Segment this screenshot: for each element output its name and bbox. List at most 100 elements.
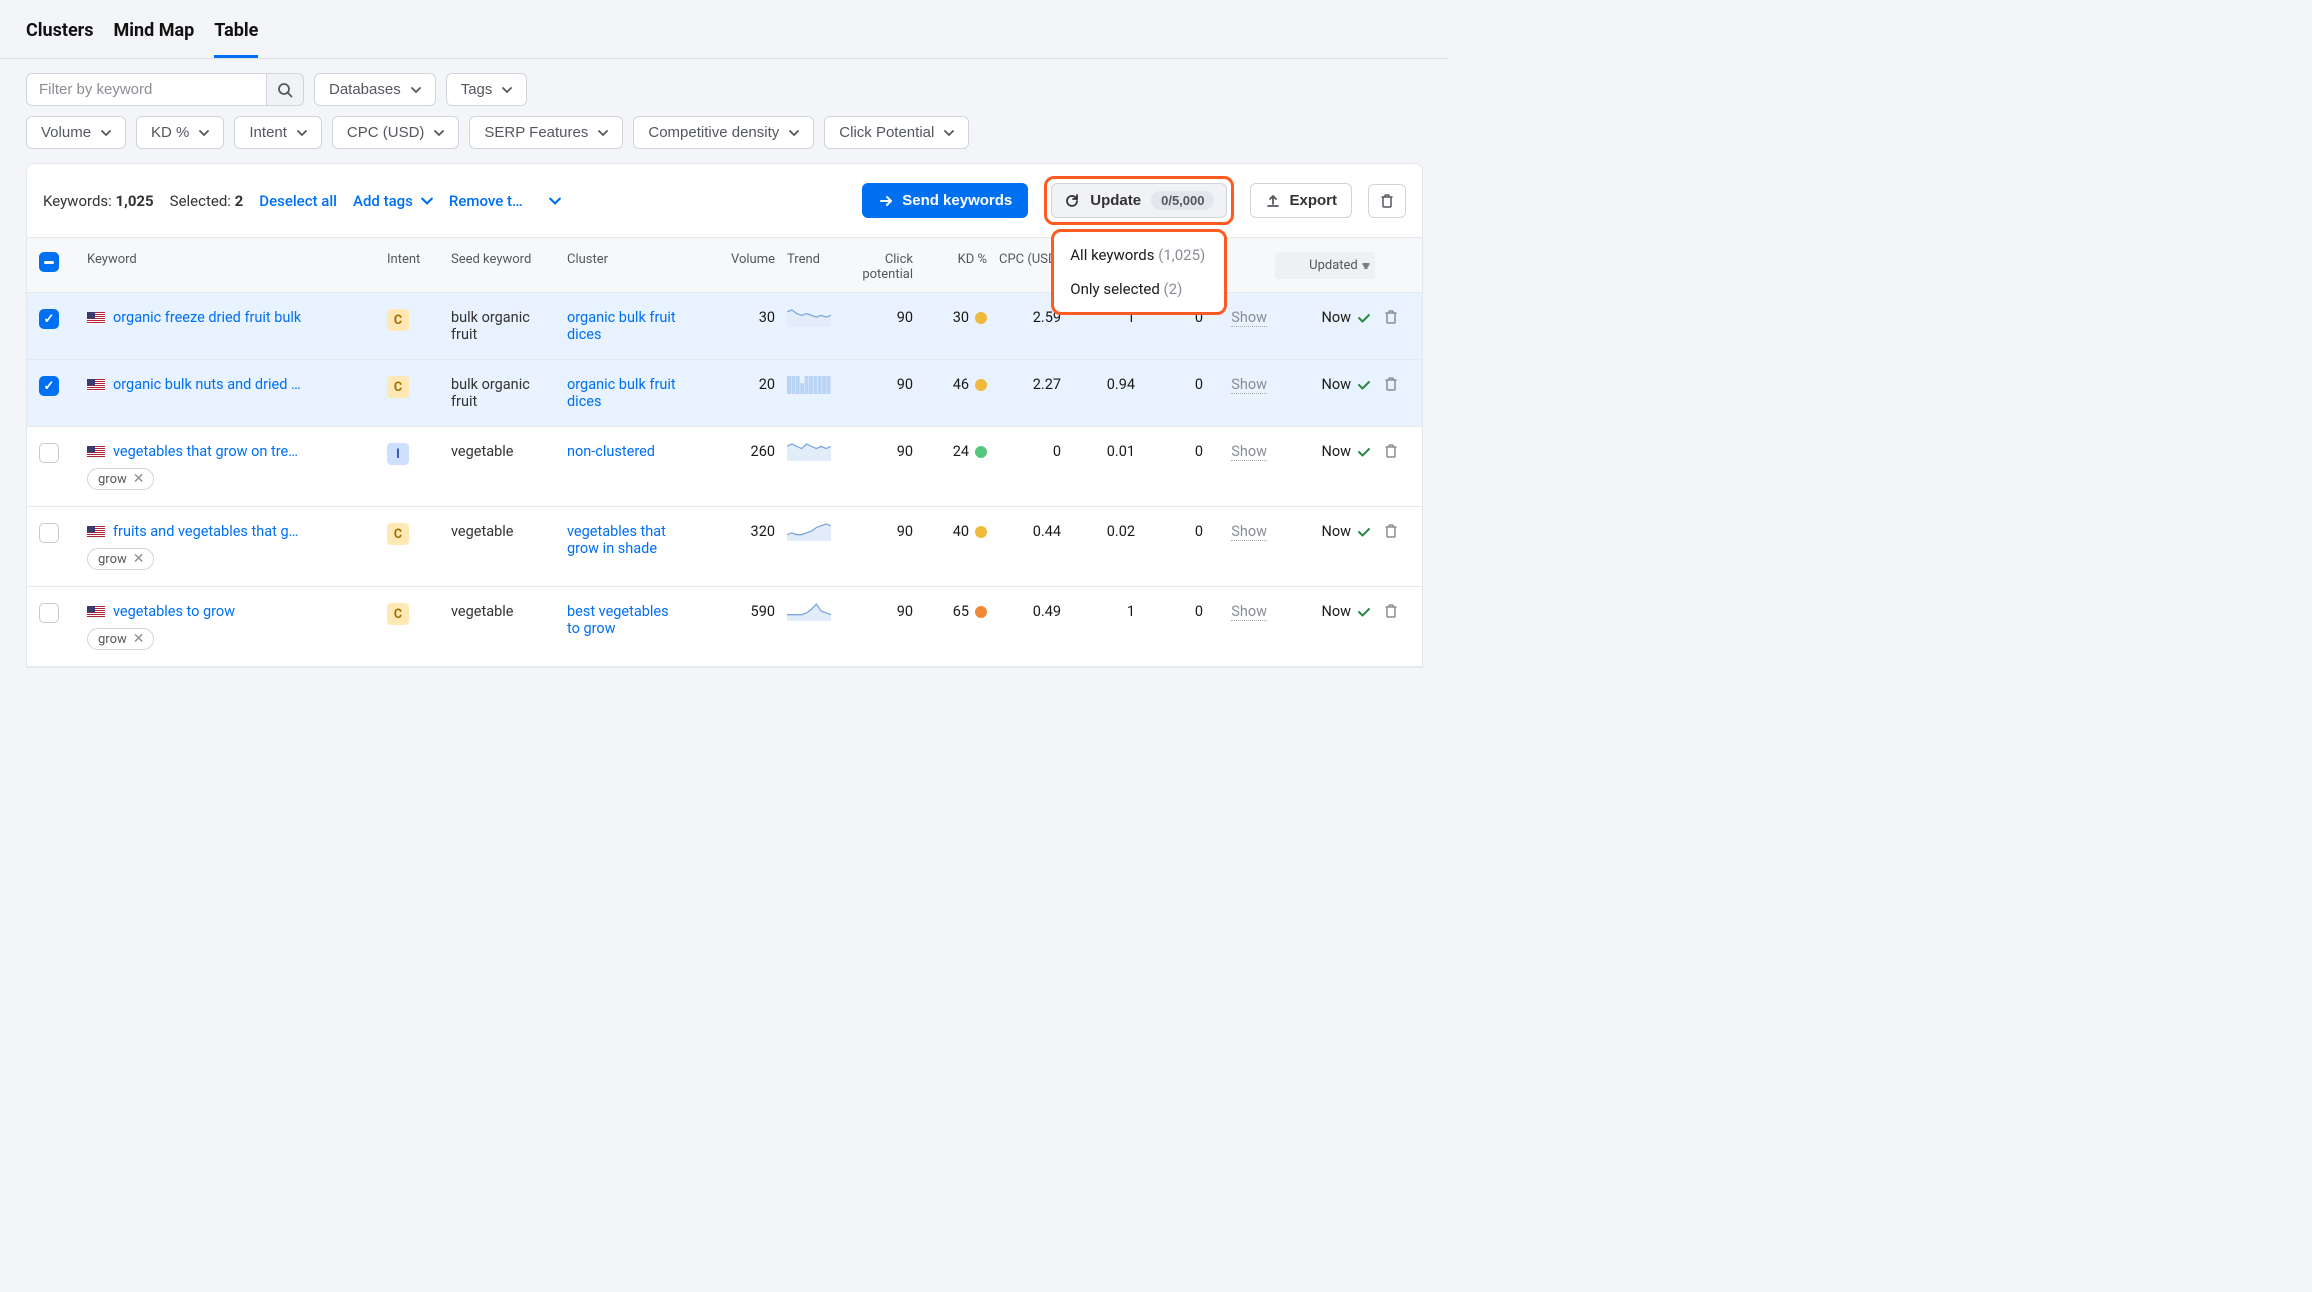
col-click[interactable]: Click potential [837,252,917,282]
updated-value: Now [1279,309,1371,326]
add-tags-link[interactable]: Add tags [353,192,433,210]
filter-row-1: Databases Tags [0,59,1449,106]
row-checkbox[interactable] [39,443,59,463]
col-trend[interactable]: Trend [783,252,833,267]
intent-badge: C [387,523,409,545]
updated-value: Now [1279,603,1371,620]
row-delete-button[interactable] [1383,309,1421,325]
chevron-down-icon [789,128,799,138]
click-potential-value: 90 [837,523,917,540]
row-delete-button[interactable] [1383,523,1421,539]
row-delete-button[interactable] [1383,443,1421,459]
kd-value: 40 [925,523,987,540]
row-checkbox[interactable] [39,309,59,329]
delete-button[interactable] [1368,184,1406,218]
check-icon [1357,525,1371,539]
update-all-option[interactable]: All keywords (1,025) [1054,238,1224,272]
cpc-value: 0.44 [995,523,1065,540]
keyword-link[interactable]: vegetables that grow on tre… [113,443,298,460]
filter-competitive-density[interactable]: Competitive density [633,116,814,149]
serp-show-link[interactable]: Show [1231,443,1267,461]
intent-badge: C [387,309,409,331]
row-delete-button[interactable] [1383,603,1421,619]
cpc-value: 0.49 [995,603,1065,620]
filter-tags[interactable]: Tags [446,73,528,106]
filter-volume[interactable]: Volume [26,116,126,149]
search-wrap [26,73,304,106]
search-button[interactable] [266,73,304,106]
col-volume[interactable]: Volume [693,252,779,267]
filter-cpc[interactable]: CPC (USD) [332,116,460,149]
col-cluster[interactable]: Cluster [563,252,689,267]
col-seed[interactable]: Seed keyword [447,252,559,267]
chevron-down-icon [101,128,111,138]
trend-sparkline [787,376,831,394]
intent-badge: C [387,376,409,398]
select-all-checkbox[interactable] [39,252,59,272]
deselect-all-link[interactable]: Deselect all [259,192,337,210]
filter-databases[interactable]: Databases [314,73,436,106]
refresh-icon [1064,193,1080,209]
row-checkbox[interactable] [39,603,59,623]
col-keyword[interactable]: Keyword [83,252,379,267]
cluster-link[interactable]: non-clustered [567,443,655,460]
filter-serp-features[interactable]: SERP Features [469,116,623,149]
tag-remove-icon[interactable]: ✕ [133,631,145,647]
remove-tags-link[interactable]: Remove t… [449,192,561,210]
row-checkbox[interactable] [39,523,59,543]
tab-mind-map[interactable]: Mind Map [114,12,195,58]
kd-dot-icon [975,526,987,538]
seed-keyword: bulk organic fruit [447,376,559,410]
tab-table[interactable]: Table [214,12,258,58]
cluster-link[interactable]: organic bulk fruit dices [567,309,676,343]
keyword-link[interactable]: organic freeze dried fruit bulk [113,309,301,326]
cluster-link[interactable]: best vegetables to grow [567,603,669,637]
cluster-link[interactable]: vegetables that grow in shade [567,523,666,557]
col-kd[interactable]: KD % [921,252,991,267]
trend-sparkline [787,443,831,461]
update-button[interactable]: Update 0/5,000 [1051,183,1227,218]
tag-chip[interactable]: grow ✕ [87,468,154,490]
serp-show-link[interactable]: Show [1231,376,1267,394]
search-input[interactable] [26,73,266,106]
tag-remove-icon[interactable]: ✕ [133,551,145,567]
com-value: 1 [1069,603,1139,620]
keyword-link[interactable]: fruits and vegetables that g… [113,523,298,540]
col-updated[interactable]: Updated [1275,252,1375,279]
seed-keyword: vegetable [447,603,559,620]
table-row: organic bulk nuts and dried … C bulk org… [27,360,1422,427]
serp-show-link[interactable]: Show [1231,603,1267,621]
tab-clusters[interactable]: Clusters [26,12,94,58]
send-icon [878,193,894,209]
flag-us-icon [87,526,105,538]
keyword-link[interactable]: organic bulk nuts and dried … [113,376,301,393]
serp-show-link[interactable]: Show [1231,523,1267,541]
volume-value: 320 [693,523,779,540]
export-button[interactable]: Export [1250,183,1352,218]
filter-kd[interactable]: KD % [136,116,224,149]
sort-icon [1361,261,1371,271]
update-selected-option[interactable]: Only selected (2) [1054,272,1224,306]
col-intent[interactable]: Intent [383,252,443,267]
filter-click-potential[interactable]: Click Potential [824,116,969,149]
row-delete-button[interactable] [1383,376,1421,392]
keyword-link[interactable]: vegetables to grow [113,603,235,620]
kd-dot-icon [975,312,987,324]
send-keywords-button[interactable]: Send keywords [862,183,1028,218]
chevron-down-icon [411,85,421,95]
tabs-nav: Clusters Mind Map Table [0,0,1449,59]
updated-value: Now [1279,523,1371,540]
check-icon [1357,605,1371,619]
results-value: 0 [1143,603,1207,620]
filter-intent[interactable]: Intent [234,116,322,149]
flag-us-icon [87,312,105,324]
tag-chip[interactable]: grow ✕ [87,548,154,570]
serp-show-link[interactable]: Show [1231,309,1267,327]
tag-remove-icon[interactable]: ✕ [133,471,145,487]
cluster-link[interactable]: organic bulk fruit dices [567,376,676,410]
kd-dot-icon [975,379,987,391]
trash-icon [1383,603,1399,619]
chevron-down-icon [502,85,512,95]
row-checkbox[interactable] [39,376,59,396]
tag-chip[interactable]: grow ✕ [87,628,154,650]
